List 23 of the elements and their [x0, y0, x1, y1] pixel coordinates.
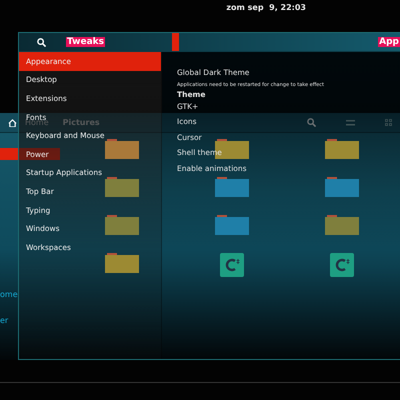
panel-title: App [378, 37, 400, 47]
app-icon[interactable] [220, 253, 244, 277]
window-title: Tweaks [66, 37, 105, 47]
list-view-button[interactable] [346, 120, 355, 126]
folder-icon[interactable] [105, 177, 139, 197]
grid-icon [385, 119, 392, 126]
folder-icon[interactable] [105, 215, 139, 235]
search-button[interactable] [307, 118, 316, 127]
folder-icon[interactable] [325, 215, 359, 235]
app-icon[interactable] [330, 253, 354, 277]
folder-icon[interactable] [105, 139, 139, 159]
home-icon[interactable] [8, 118, 17, 126]
folder-icon[interactable] [105, 253, 139, 273]
sidebar-item[interactable]: ome [0, 288, 60, 300]
menu-icon [346, 120, 355, 126]
folder-icon[interactable] [325, 177, 359, 197]
folder-icon[interactable] [215, 177, 249, 197]
clock: zom sep 9, 22:03 [226, 3, 306, 12]
sidebar-item[interactable]: er [0, 314, 60, 326]
folder-icon[interactable] [325, 139, 359, 159]
sidebar-item[interactable] [0, 148, 60, 160]
search-icon[interactable] [37, 38, 46, 46]
grid-view-button[interactable] [385, 119, 392, 126]
